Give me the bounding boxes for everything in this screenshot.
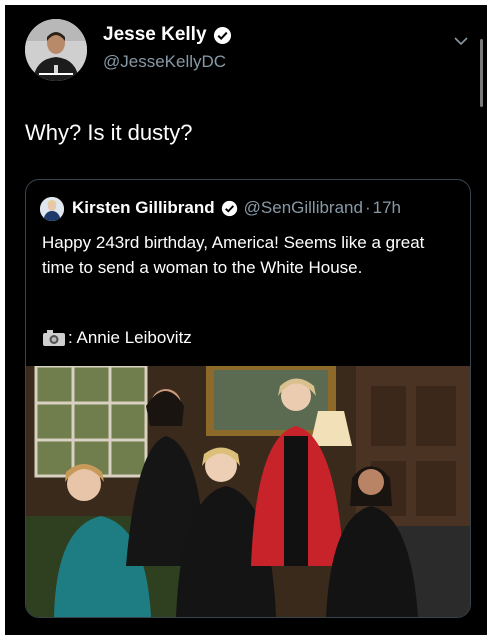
author-name-row[interactable]: Jesse Kelly <box>103 24 232 46</box>
credit-text: : Annie Leibovitz <box>68 328 192 347</box>
quoted-photo[interactable] <box>26 366 470 617</box>
quoted-tweet[interactable]: Kirsten Gillibrand @SenGillibrand · 17h … <box>25 179 471 618</box>
photo-credit: : Annie Leibovitz <box>42 328 192 348</box>
camera-icon <box>43 330 65 346</box>
quoted-name[interactable]: Kirsten Gillibrand <box>72 198 215 218</box>
quoted-handle[interactable]: @SenGillibrand <box>244 198 363 218</box>
quoted-avatar[interactable] <box>40 197 64 221</box>
separator-dot: · <box>364 198 371 217</box>
tweet-card: Jesse Kelly @JesseKellyDC Why? Is it dus… <box>5 5 487 635</box>
tweet-text: Why? Is it dusty? <box>25 120 193 145</box>
quoted-time[interactable]: 17h <box>373 198 401 218</box>
verified-badge-icon <box>213 26 231 44</box>
verified-badge-icon <box>221 200 237 216</box>
quoted-text: Happy 243rd birthday, America! Seems lik… <box>42 233 425 277</box>
chevron-down-icon[interactable] <box>453 33 469 49</box>
author-name[interactable]: Jesse Kelly <box>103 24 207 46</box>
author-avatar[interactable] <box>25 19 87 81</box>
scrollbar[interactable] <box>480 39 483 107</box>
quoted-header: Kirsten Gillibrand @SenGillibrand · 17h <box>72 198 401 218</box>
author-handle[interactable]: @JesseKellyDC <box>103 52 226 72</box>
